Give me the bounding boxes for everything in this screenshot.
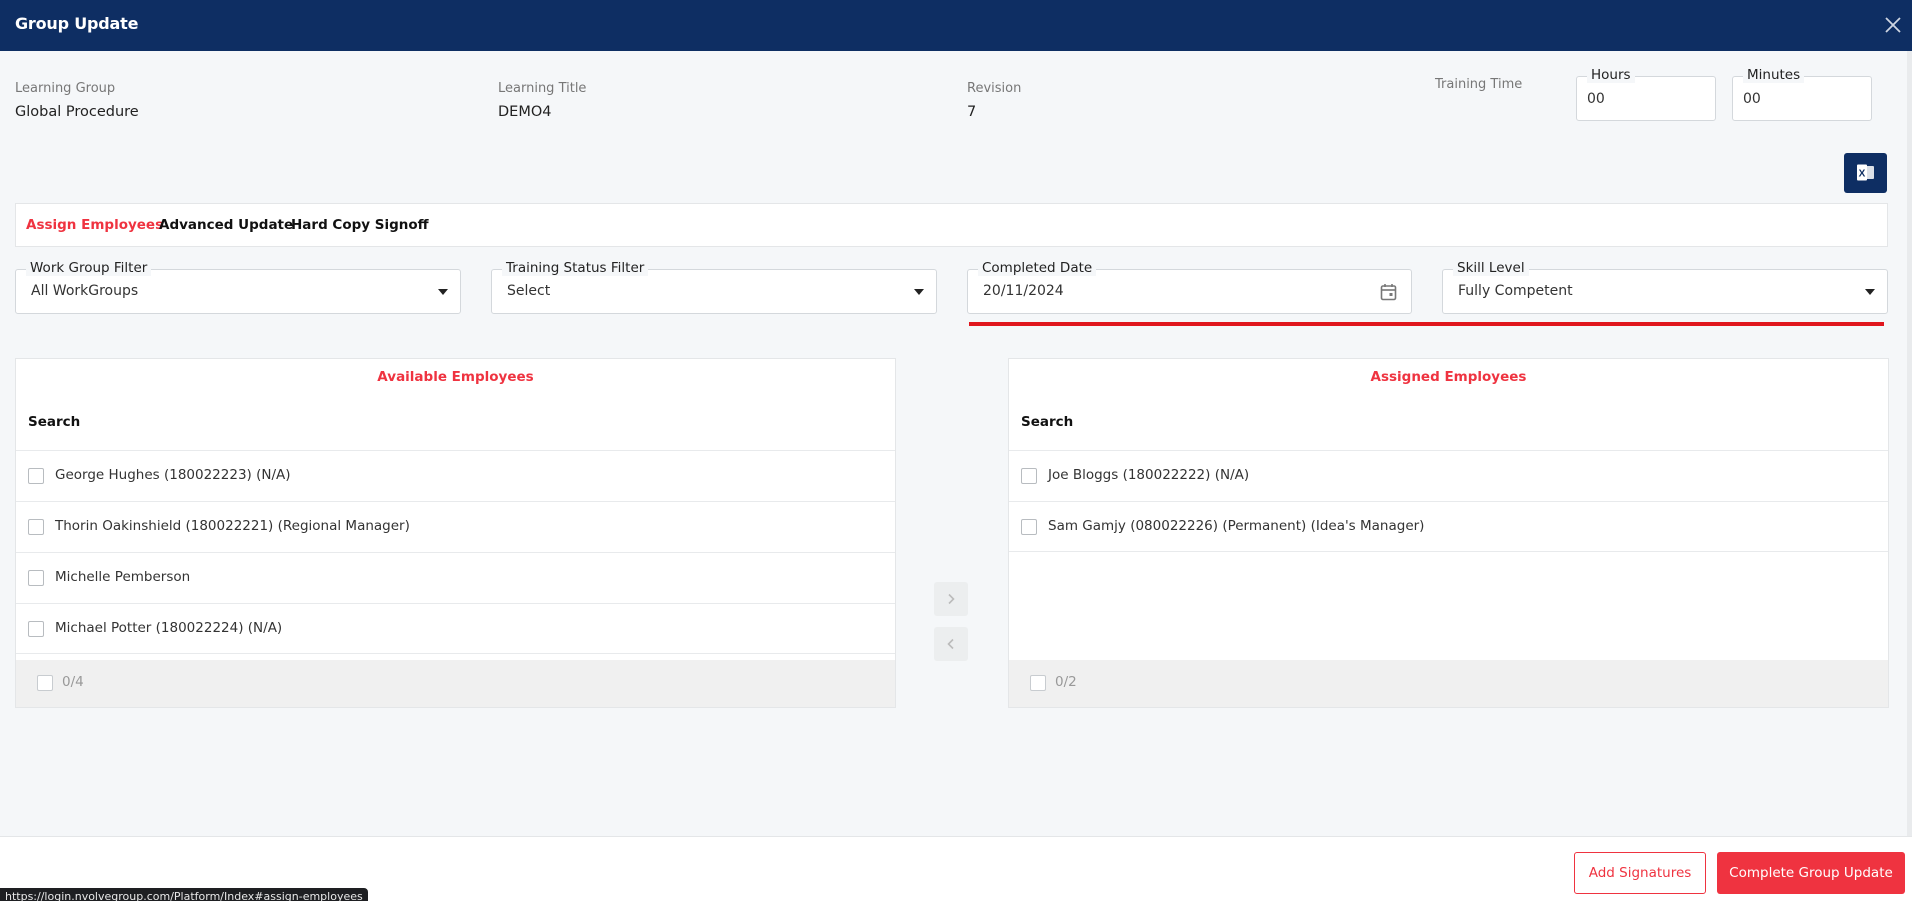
completed-date-value: 20/11/2024 bbox=[983, 283, 1064, 299]
list-item[interactable]: Thorin Oakinshield (180022221) (Regional… bbox=[16, 501, 895, 552]
chevron-down-icon bbox=[1865, 289, 1875, 295]
training-status-filter-value: Select bbox=[507, 283, 551, 299]
hours-label: Hours bbox=[1587, 67, 1635, 83]
available-employees-list: George Hughes (180022223) (N/A) Thorin O… bbox=[16, 450, 895, 654]
hours-input[interactable] bbox=[1587, 91, 1702, 107]
employee-name: Michelle Pemberson bbox=[55, 569, 191, 585]
status-bar-url: https://login.nvolvegroup.com/Platform/I… bbox=[0, 888, 368, 901]
chevron-right-icon bbox=[948, 593, 955, 605]
close-icon[interactable] bbox=[1882, 14, 1904, 36]
minutes-label: Minutes bbox=[1743, 67, 1805, 83]
learning-title-value: DEMO4 bbox=[498, 104, 552, 120]
employee-name: Sam Gamjy (080022226) (Permanent) (Idea'… bbox=[1048, 518, 1425, 534]
assigned-search[interactable]: Search bbox=[1021, 414, 1073, 430]
tab-hard-copy-signoff[interactable]: Hard Copy Signoff bbox=[291, 217, 429, 233]
chevron-left-icon bbox=[947, 638, 954, 650]
tab-advanced-update[interactable]: Advanced Update bbox=[159, 217, 293, 233]
excel-icon: X bbox=[1857, 164, 1874, 181]
revision-label: Revision bbox=[967, 81, 1022, 96]
checkbox[interactable] bbox=[1021, 519, 1037, 535]
checkbox[interactable] bbox=[1021, 468, 1037, 484]
available-employees-title: Available Employees bbox=[377, 369, 534, 385]
move-left-button[interactable] bbox=[934, 627, 968, 661]
training-time-label: Training Time bbox=[1435, 77, 1523, 92]
minutes-field: Minutes bbox=[1732, 67, 1872, 121]
calendar-icon[interactable] bbox=[1380, 283, 1397, 301]
chevron-down-icon bbox=[438, 289, 448, 295]
employee-name: Thorin Oakinshield (180022221) (Regional… bbox=[55, 518, 410, 534]
modal-header: Group Update bbox=[0, 0, 1912, 51]
work-group-filter[interactable]: Work Group Filter All WorkGroups bbox=[15, 260, 461, 314]
chevron-down-icon bbox=[914, 289, 924, 295]
export-excel-button[interactable]: X bbox=[1844, 153, 1887, 193]
selected-count: 0/2 bbox=[1055, 674, 1077, 690]
skill-level-value: Fully Competent bbox=[1458, 283, 1573, 299]
training-status-filter-label: Training Status Filter bbox=[502, 260, 649, 276]
assigned-footer: 0/2 bbox=[1009, 660, 1888, 707]
hours-field: Hours bbox=[1576, 67, 1716, 121]
learning-title-label: Learning Title bbox=[498, 81, 587, 96]
selected-count: 0/4 bbox=[62, 674, 84, 690]
checkbox[interactable] bbox=[28, 519, 44, 535]
training-status-filter[interactable]: Training Status Filter Select bbox=[491, 260, 937, 314]
complete-group-update-button[interactable]: Complete Group Update bbox=[1717, 852, 1905, 894]
minutes-input[interactable] bbox=[1743, 91, 1858, 107]
scrollbar[interactable] bbox=[1907, 51, 1912, 836]
checkbox[interactable] bbox=[28, 570, 44, 586]
validation-underline bbox=[969, 322, 1884, 326]
skill-level-label: Skill Level bbox=[1453, 260, 1529, 276]
modal-title: Group Update bbox=[15, 14, 139, 33]
available-employees-panel: Available Employees Search George Hughes… bbox=[15, 358, 896, 708]
checkbox[interactable] bbox=[28, 468, 44, 484]
completed-date-field[interactable]: Completed Date 20/11/2024 bbox=[967, 260, 1412, 314]
select-all-checkbox[interactable] bbox=[1030, 675, 1046, 691]
employee-name: Michael Potter (180022224) (N/A) bbox=[55, 620, 283, 636]
completed-date-label: Completed Date bbox=[978, 260, 1097, 276]
revision-value: 7 bbox=[967, 104, 977, 120]
assigned-employees-panel: Assigned Employees Search Joe Bloggs (18… bbox=[1008, 358, 1889, 708]
skill-level-select[interactable]: Skill Level Fully Competent bbox=[1442, 260, 1888, 314]
employee-name: Joe Bloggs (180022222) (N/A) bbox=[1048, 467, 1250, 483]
tab-assign-employees[interactable]: Assign Employees bbox=[26, 217, 163, 233]
select-all-checkbox[interactable] bbox=[37, 675, 53, 691]
checkbox[interactable] bbox=[28, 621, 44, 637]
learning-group-label: Learning Group bbox=[15, 81, 116, 96]
assigned-employees-list: Joe Bloggs (180022222) (N/A) Sam Gamjy (… bbox=[1009, 450, 1888, 552]
tab-bar: Assign Employees Advanced Update Hard Co… bbox=[15, 203, 1888, 247]
add-signatures-button[interactable]: Add Signatures bbox=[1574, 852, 1706, 894]
move-right-button[interactable] bbox=[934, 582, 968, 616]
available-footer: 0/4 bbox=[16, 660, 895, 707]
list-item[interactable]: George Hughes (180022223) (N/A) bbox=[16, 450, 895, 501]
employee-name: George Hughes (180022223) (N/A) bbox=[55, 467, 291, 483]
list-item[interactable]: Michael Potter (180022224) (N/A) bbox=[16, 603, 895, 654]
list-item[interactable]: Sam Gamjy (080022226) (Permanent) (Idea'… bbox=[1009, 501, 1888, 552]
list-item[interactable]: Joe Bloggs (180022222) (N/A) bbox=[1009, 450, 1888, 501]
work-group-filter-label: Work Group Filter bbox=[26, 260, 152, 276]
assigned-employees-title: Assigned Employees bbox=[1370, 369, 1527, 385]
svg-text:X: X bbox=[1859, 169, 1866, 180]
learning-group-value: Global Procedure bbox=[15, 104, 139, 120]
list-item[interactable]: Michelle Pemberson bbox=[16, 552, 895, 603]
work-group-filter-value: All WorkGroups bbox=[31, 283, 139, 299]
available-search[interactable]: Search bbox=[28, 414, 80, 430]
